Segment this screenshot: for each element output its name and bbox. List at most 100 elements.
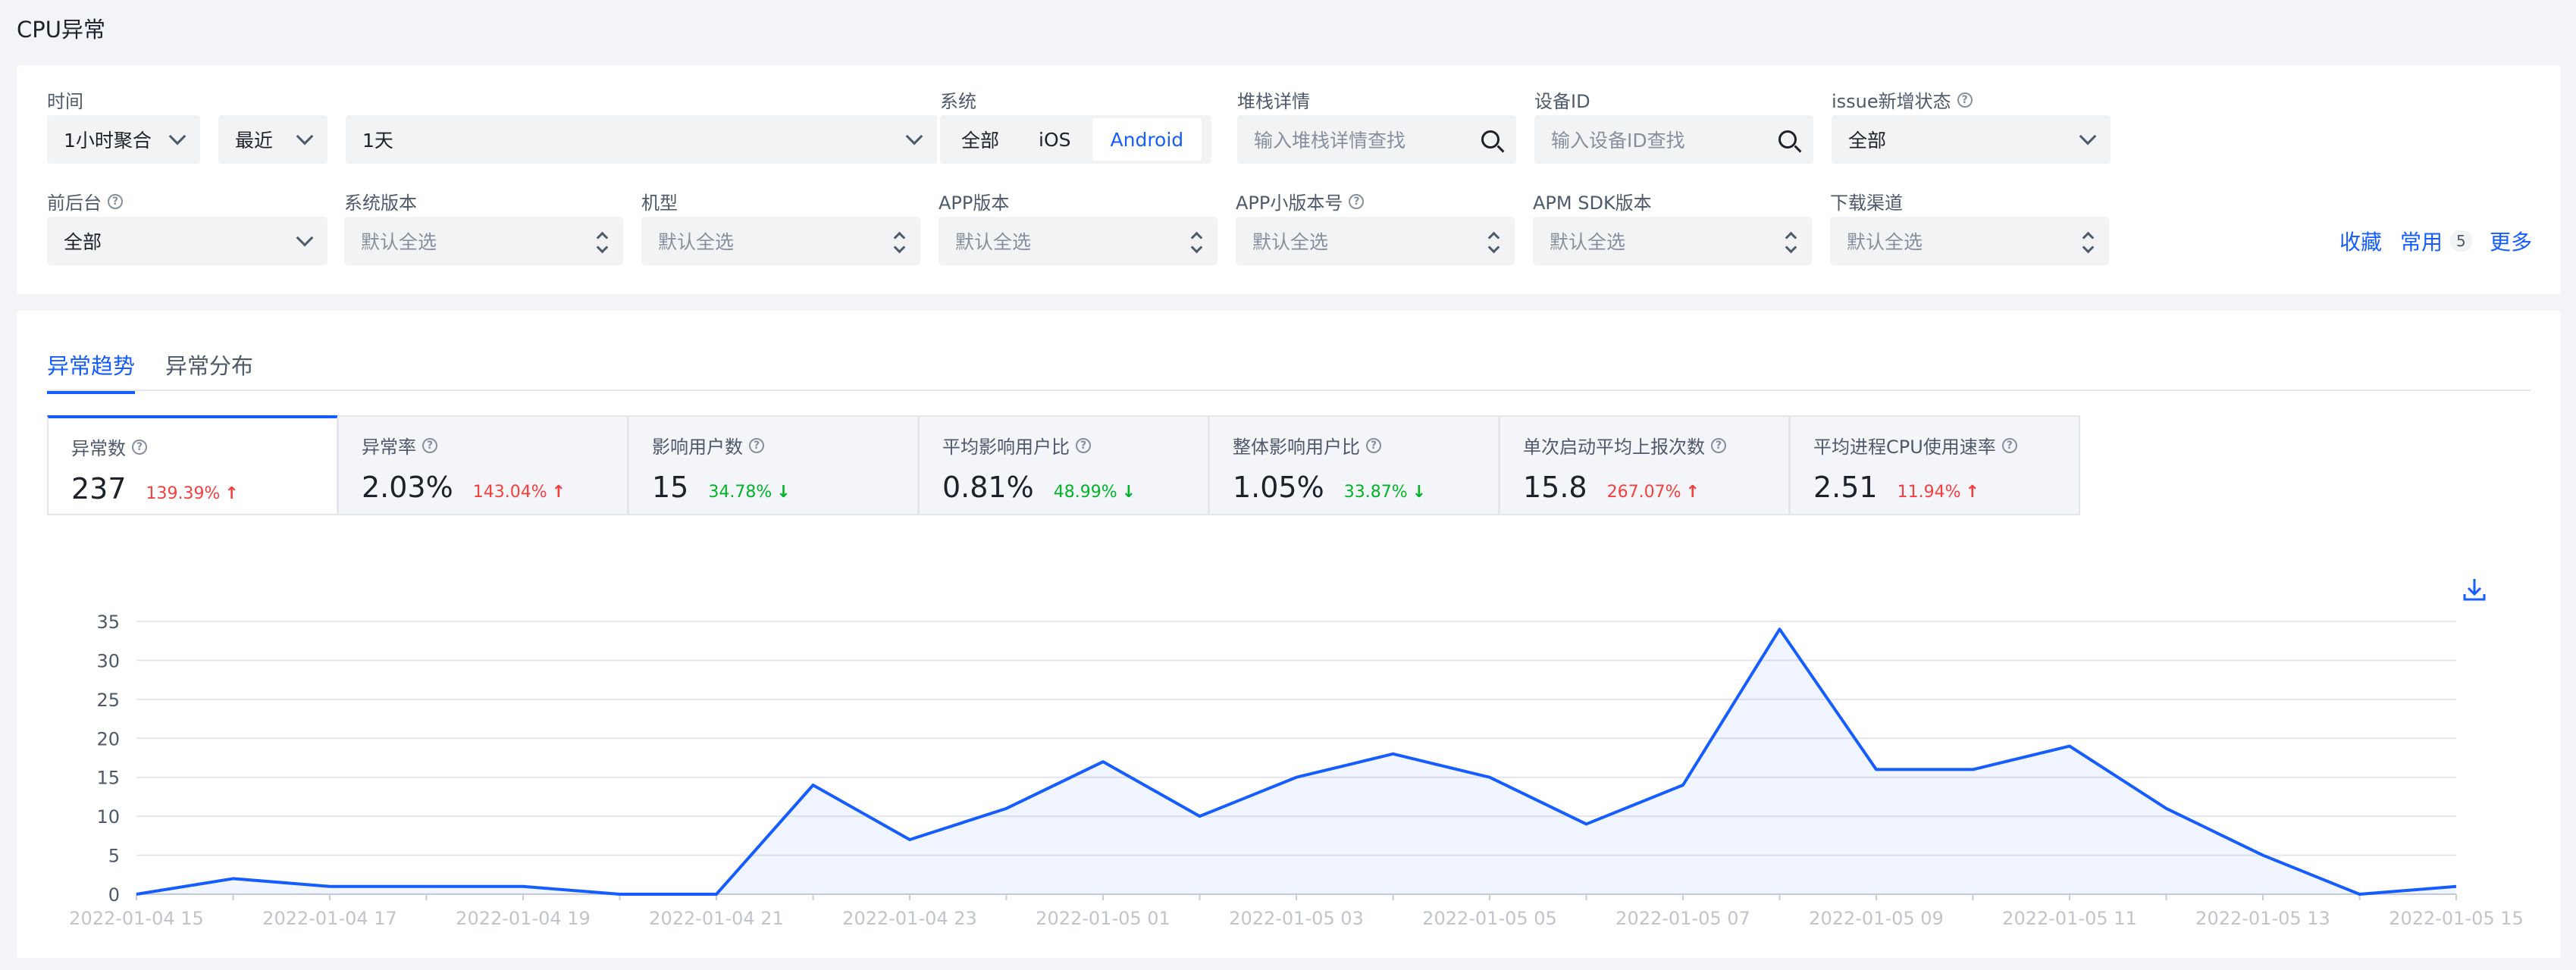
search-icon[interactable]: [1481, 130, 1500, 149]
y-tick-label: 5: [108, 846, 120, 867]
channel-label: 下载渠道: [1830, 192, 1903, 214]
arrow-down-icon: ↓: [1121, 483, 1136, 502]
x-tick-label: 2022-01-04 21: [649, 908, 784, 929]
favorite-link[interactable]: 收藏: [2339, 226, 2382, 256]
x-tick-label: 2022-01-05 07: [1615, 908, 1750, 929]
time-label: 时间: [47, 91, 83, 112]
stack-label: 堆栈详情: [1237, 91, 1310, 112]
x-tick-label: 2022-01-04 17: [262, 908, 397, 929]
metric-card[interactable]: 影响用户数? 15 34.78% ↓: [628, 415, 919, 515]
system-option-all[interactable]: 全部: [943, 118, 1017, 161]
help-icon[interactable]: ?: [422, 437, 437, 453]
arrow-up-icon: ↑: [224, 484, 239, 503]
metric-card[interactable]: 平均进程CPU使用速率? 2.51 11.94% ↑: [1789, 415, 2080, 515]
metric-card[interactable]: 单次启动平均上报次数? 15.8 267.07% ↑: [1499, 415, 1790, 515]
channel-select[interactable]: 默认全选: [1830, 217, 2109, 265]
os-version-select[interactable]: 默认全选: [344, 217, 623, 265]
system-label: 系统: [940, 91, 976, 112]
recent-select[interactable]: 最近: [218, 115, 327, 164]
sort-arrows-icon: [596, 230, 609, 254]
chevron-down-icon: [905, 127, 923, 146]
x-tick-label: 2022-01-05 11: [2002, 908, 2137, 929]
x-tick-label: 2022-01-05 13: [2195, 908, 2330, 929]
common-count-badge: 5: [2450, 230, 2472, 252]
stack-search-input[interactable]: 输入堆栈详情查找: [1237, 115, 1516, 164]
x-tick-label: 2022-01-05 09: [1809, 908, 1944, 929]
x-tick-label: 2022-01-04 23: [842, 908, 977, 929]
y-tick-label: 30: [96, 650, 120, 671]
help-icon[interactable]: ?: [1366, 437, 1381, 453]
device-label: 设备ID: [1534, 91, 1590, 112]
metric-cards: 异常数? 237 139.39% ↑ 异常率? 2.03% 143.04% ↑ 影响用户…: [47, 415, 2080, 515]
y-tick-label: 10: [96, 806, 120, 828]
system-option-android[interactable]: Android: [1092, 118, 1202, 161]
help-icon[interactable]: ?: [132, 439, 147, 455]
help-icon[interactable]: ?: [1076, 437, 1091, 453]
app-minor-label: APP小版本号?: [1236, 188, 1365, 214]
sort-arrows-icon: [1190, 230, 1203, 254]
y-tick-label: 35: [96, 612, 120, 633]
metric-card[interactable]: 异常数? 237 139.39% ↑: [47, 415, 338, 515]
y-tick-label: 0: [108, 884, 120, 906]
search-icon[interactable]: [1778, 130, 1797, 149]
device-search-input[interactable]: 输入设备ID查找: [1534, 115, 1813, 164]
tab-trend[interactable]: 异常趋势: [47, 349, 136, 394]
series-area: [136, 629, 2456, 894]
app-version-label: APP版本: [939, 192, 1010, 214]
sort-arrows-icon: [893, 230, 906, 254]
arrow-up-icon: ↑: [551, 483, 566, 502]
help-icon[interactable]: ?: [1957, 92, 1973, 108]
help-icon[interactable]: ?: [108, 193, 123, 209]
x-tick-label: 2022-01-05 05: [1422, 908, 1557, 929]
issue-status-select[interactable]: 全部: [1832, 115, 2111, 164]
metric-card[interactable]: 整体影响用户比? 1.05% 33.87% ↓: [1208, 415, 1500, 515]
sdk-version-select[interactable]: 默认全选: [1533, 217, 1812, 265]
time-range-select[interactable]: 1天: [346, 115, 937, 164]
issue-status-label: issue新增状态?: [1832, 86, 1973, 113]
tab-divider: [47, 390, 2531, 391]
arrow-down-icon: ↓: [776, 483, 791, 502]
help-icon[interactable]: ?: [749, 437, 764, 453]
app-minor-select[interactable]: 默认全选: [1236, 217, 1515, 265]
metric-card[interactable]: 异常率? 2.03% 143.04% ↑: [337, 415, 628, 515]
trend-chart: 0 5 10 15 20 25 30 35 2022-01-04 15 2022-01-04 17…: [69, 612, 2524, 929]
common-link[interactable]: 常用 5: [2400, 226, 2472, 256]
tab-distribution[interactable]: 异常分布: [165, 349, 253, 393]
chevron-down-icon: [296, 127, 314, 146]
sort-arrows-icon: [2082, 230, 2095, 254]
foreground-select[interactable]: 全部: [47, 217, 327, 265]
help-icon[interactable]: ?: [1711, 437, 1726, 453]
arrow-down-icon: ↓: [1412, 483, 1427, 502]
model-select[interactable]: 默认全选: [641, 217, 920, 265]
chevron-down-icon: [168, 127, 186, 146]
trend-panel: 异常趋势 异常分布 异常数? 237 139.39% ↑ 异常率? 2.03% 143…: [17, 311, 2561, 958]
sort-arrows-icon: [1785, 230, 1797, 254]
filter-panel: 时间 1小时聚合 最近 1天 系统 全部 iOS Android 堆栈详情 输入…: [17, 65, 2561, 294]
app-version-select[interactable]: 默认全选: [939, 217, 1217, 265]
aggregate-select[interactable]: 1小时聚合: [47, 115, 200, 164]
chevron-down-icon: [296, 229, 314, 247]
x-tick-label: 2022-01-05 03: [1229, 908, 1364, 929]
help-icon[interactable]: ?: [2001, 437, 2017, 453]
x-tick-label: 2022-01-04 19: [456, 908, 591, 929]
metric-card[interactable]: 平均影响用户比? 0.81% 48.99% ↓: [918, 415, 1209, 515]
more-link[interactable]: 更多: [2490, 226, 2532, 256]
model-label: 机型: [641, 192, 678, 214]
sort-arrows-icon: [1487, 230, 1500, 254]
y-tick-label: 15: [96, 768, 120, 789]
y-tick-label: 20: [96, 728, 120, 749]
help-icon[interactable]: ?: [1349, 193, 1365, 209]
chevron-down-icon: [2079, 127, 2097, 146]
sdk-version-label: APM SDK版本: [1533, 192, 1652, 214]
os-version-label: 系统版本: [344, 192, 417, 214]
system-option-ios[interactable]: iOS: [1020, 118, 1089, 161]
x-tick-label: 2022-01-05 01: [1036, 908, 1170, 929]
x-tick-label: 2022-01-04 15: [69, 908, 204, 929]
system-segmented: 全部 iOS Android: [940, 115, 1211, 164]
foreground-label: 前后台?: [47, 188, 123, 214]
arrow-up-icon: ↑: [1965, 483, 1979, 502]
x-tick-label: 2022-01-05 15: [2389, 908, 2524, 929]
y-tick-label: 25: [96, 690, 120, 711]
tab-bar: 异常趋势 异常分布: [47, 349, 253, 394]
page-title: CPU异常: [17, 17, 105, 42]
